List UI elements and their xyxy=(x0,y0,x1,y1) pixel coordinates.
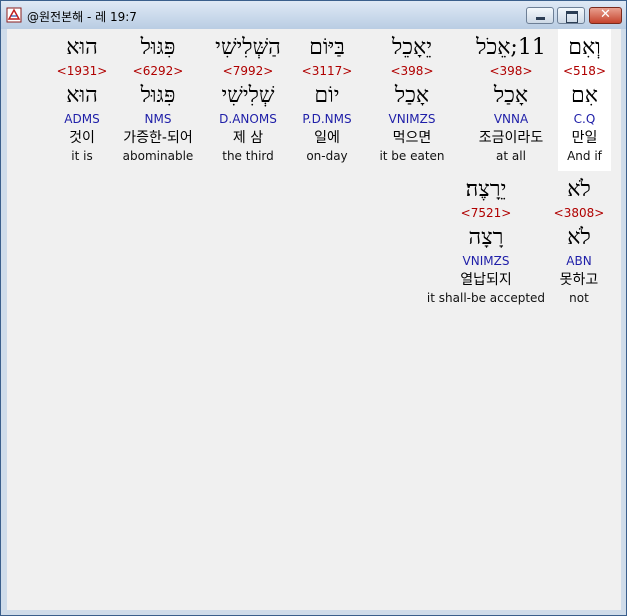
morphology-code: NMS xyxy=(144,112,172,126)
word-column[interactable]: לֹא <3808> לֹא ABN 못하고 not xyxy=(552,171,606,313)
english-gloss: on-day xyxy=(306,149,348,163)
strong-number[interactable]: <7992> xyxy=(203,64,293,78)
english-gloss: it is xyxy=(71,149,93,163)
word-column-selected[interactable]: וְאִם <518> אִם C.Q 만일 And if xyxy=(558,29,611,171)
minimize-button[interactable] xyxy=(526,7,554,24)
strong-number[interactable]: <3117> xyxy=(293,64,361,78)
lemma-word: יוֹם xyxy=(314,83,340,108)
minimize-icon xyxy=(536,17,545,20)
lemma-word: אִם xyxy=(571,83,598,108)
maximize-button[interactable] xyxy=(557,7,585,24)
lemma-word: פִּגּוּל xyxy=(140,83,176,108)
morphology-code: VNIMZS xyxy=(388,112,436,126)
morphology-code: ADMS xyxy=(64,112,100,126)
strong-number[interactable]: <1931> xyxy=(49,64,115,78)
lemma-word: שְׁלִישִׁי xyxy=(221,83,275,108)
lemma-word: הוּא xyxy=(66,83,98,108)
hebrew-word: הוּא xyxy=(66,35,98,60)
lemma-word: לֹא xyxy=(567,225,591,250)
strong-number[interactable]: <398> xyxy=(466,64,556,78)
strong-number[interactable]: <398> xyxy=(373,64,451,78)
english-gloss: it be eaten xyxy=(379,149,445,163)
hebrew-word: יֵאָכֵל xyxy=(391,35,432,60)
lemma-word: אָכַל xyxy=(394,83,430,108)
strong-number[interactable]: <6292> xyxy=(113,64,203,78)
korean-gloss: 열납되지 xyxy=(460,272,512,288)
strong-number[interactable]: <518> xyxy=(558,64,611,78)
app-icon xyxy=(6,7,22,23)
strong-number[interactable]: <3808> xyxy=(552,206,606,220)
korean-gloss: 것이 xyxy=(69,130,95,146)
word-column[interactable]: הוּא <1931> הוּא ADMS 것이 it is xyxy=(49,29,115,171)
korean-gloss: 먹으면 xyxy=(392,130,432,146)
word-column[interactable]: 11;אֵכֹל <398> אָכַל VNNA 조금이라도 at all xyxy=(466,29,556,171)
korean-gloss: 일에 xyxy=(314,130,340,146)
korean-gloss: 만일 xyxy=(571,130,598,146)
hebrew-word: יֵרָצֶה׃ xyxy=(465,177,507,202)
lemma-word: אָכַל xyxy=(493,83,529,108)
english-gloss: abominable xyxy=(122,149,194,163)
morphology-code: D.ANOMS xyxy=(219,112,277,126)
hebrew-word: פִּגּוּל xyxy=(140,35,176,60)
hebrew-word: וְאִם xyxy=(568,35,601,60)
morphology-code: P.D.NMS xyxy=(302,112,352,126)
title-bar[interactable]: @원전본해 - 레 19:7 ✕ xyxy=(1,1,626,29)
korean-gloss: 조금이라도 xyxy=(478,130,544,146)
hebrew-word: בַּיּוֹם xyxy=(309,35,345,60)
word-column[interactable]: יֵאָכֵל <398> אָכַל VNIMZS 먹으면 it be eat… xyxy=(373,29,451,171)
window-title: @원전본해 - 레 19:7 xyxy=(27,10,137,24)
hebrew-word: לֹא xyxy=(567,177,591,202)
morphology-code: ABN xyxy=(566,254,592,268)
word-column[interactable]: פִּגּוּל <6292> פִּגּוּל NMS 가증한-되어 abom… xyxy=(113,29,203,171)
english-gloss: it shall-be accepted xyxy=(426,291,546,305)
english-gloss: the third xyxy=(222,149,274,163)
word-column[interactable]: בַּיּוֹם <3117> יוֹם P.D.NMS 일에 on-day xyxy=(293,29,361,171)
hebrew-word: 11;אֵכֹל xyxy=(476,35,546,60)
english-gloss: And if xyxy=(567,149,602,163)
lemma-word: רָצָה xyxy=(468,225,504,250)
maximize-icon xyxy=(566,11,578,23)
korean-gloss: 제 삼 xyxy=(232,130,264,146)
hebrew-word: הַשְּׁלִישִׁי xyxy=(215,35,281,60)
app-window: @원전본해 - 레 19:7 ✕ הוּא <1931> הוּא ADMS 것… xyxy=(0,0,627,616)
korean-gloss: 가증한-되어 xyxy=(123,130,193,146)
word-column[interactable]: יֵרָצֶה׃ <7521> רָצָה VNIMZS 열납되지 it sha… xyxy=(425,171,547,313)
close-icon: ✕ xyxy=(600,7,611,22)
morphology-code: C.Q xyxy=(573,112,596,126)
korean-gloss: 못하고 xyxy=(559,272,599,288)
morphology-code: VNIMZS xyxy=(462,254,510,268)
close-button[interactable]: ✕ xyxy=(589,7,622,24)
strong-number[interactable]: <7521> xyxy=(425,206,547,220)
english-gloss: not xyxy=(569,291,589,305)
word-column[interactable]: הַשְּׁלִישִׁי <7992> שְׁלִישִׁי D.ANOMS … xyxy=(203,29,293,171)
english-gloss: at all xyxy=(496,149,526,163)
morphology-code: VNNA xyxy=(493,112,529,126)
interlinear-panel: הוּא <1931> הוּא ADMS 것이 it is פִּגּוּל … xyxy=(7,29,621,610)
